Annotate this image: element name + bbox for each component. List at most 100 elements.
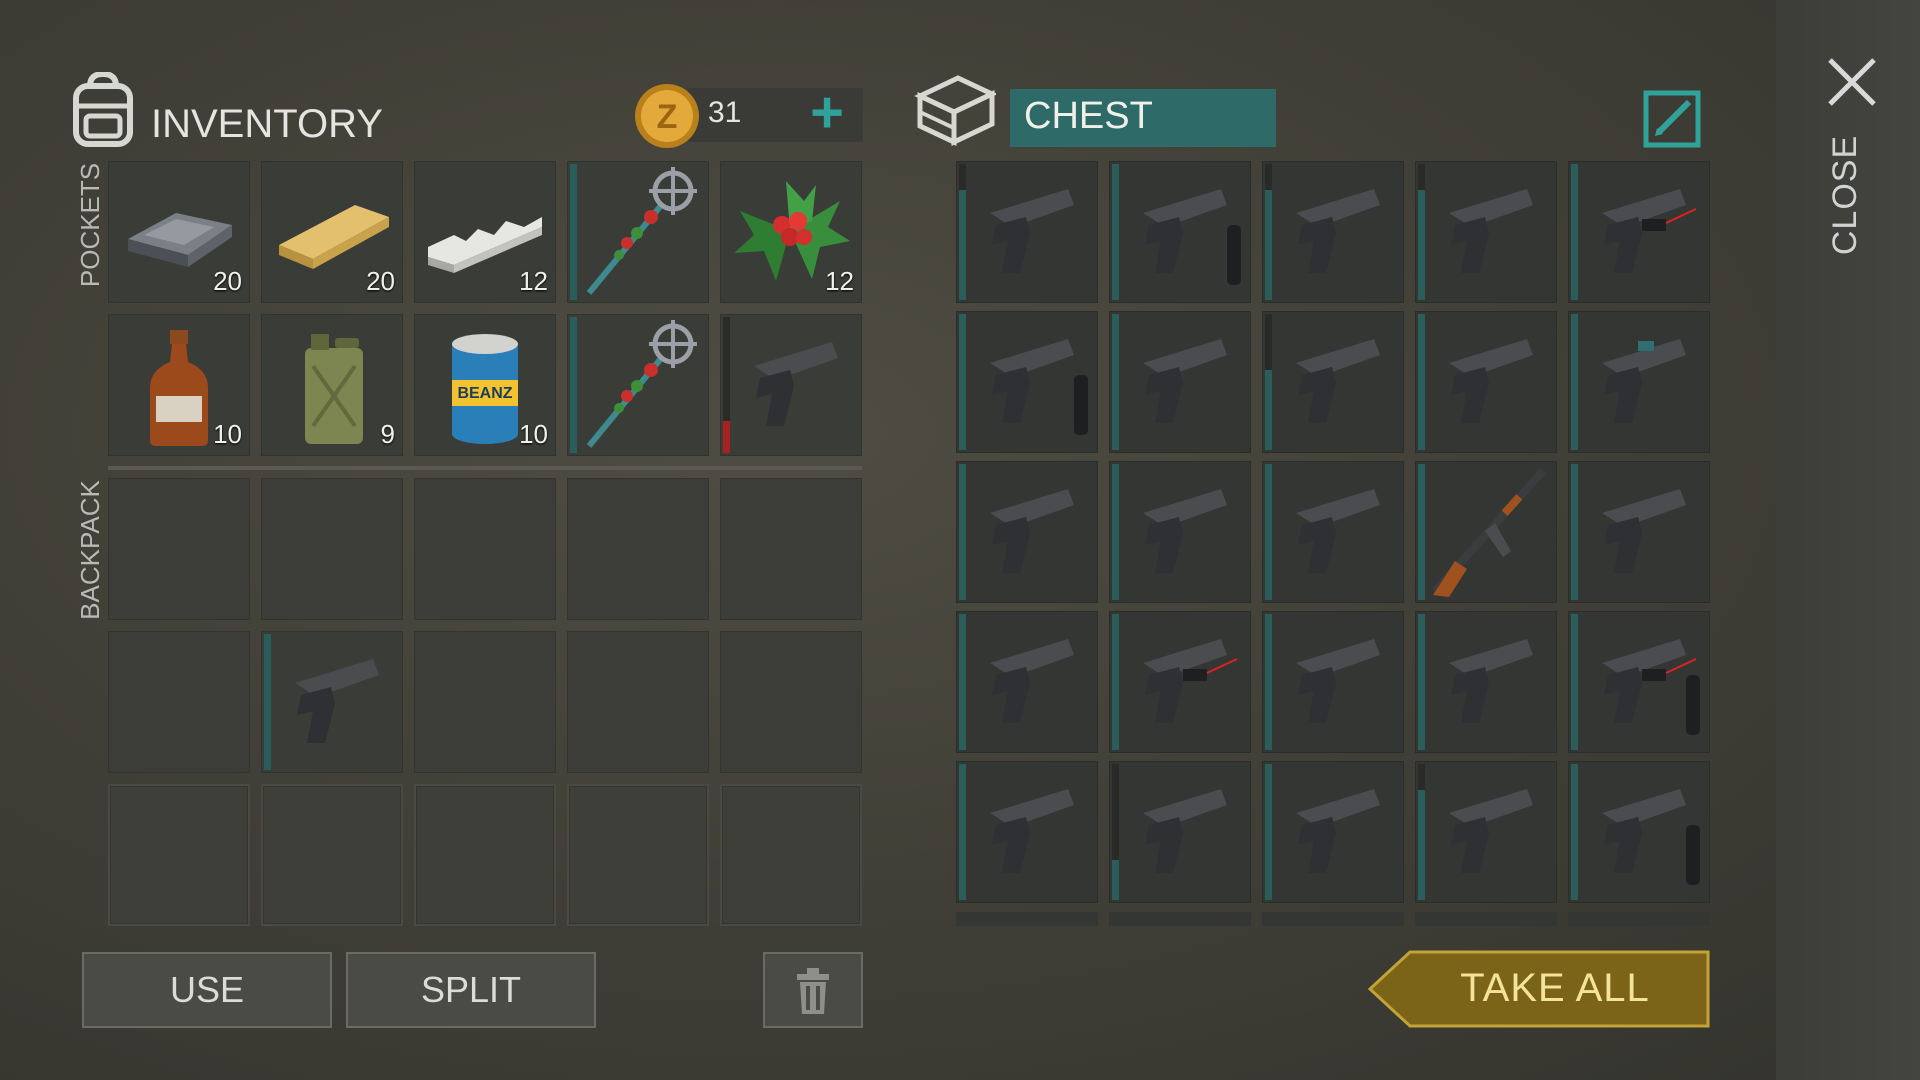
pistol-icon	[1449, 789, 1533, 873]
chest-slot[interactable]	[1415, 761, 1557, 903]
chest-slot[interactable]	[1262, 461, 1404, 603]
pocket-slot[interactable]	[567, 161, 709, 303]
pistol-icon	[990, 489, 1074, 573]
close-label[interactable]: CLOSE	[1790, 135, 1900, 255]
backpack-slot[interactable]	[261, 478, 403, 620]
edit-icon[interactable]	[1643, 90, 1701, 148]
pistol-laser-icon	[1602, 189, 1697, 273]
inventory-title: INVENTORY	[151, 102, 383, 146]
chest-slot[interactable]	[1262, 611, 1404, 753]
locked-slot	[108, 784, 250, 926]
backpack-label: BACKPACK	[74, 480, 105, 620]
pistol-icon	[1449, 339, 1533, 423]
backpack-slot[interactable]	[720, 478, 862, 620]
chest-slot[interactable]	[1568, 161, 1710, 303]
chest-title: CHEST	[1024, 95, 1153, 137]
chest-slot[interactable]	[1568, 611, 1710, 753]
svg-text:BEANZ: BEANZ	[457, 385, 512, 402]
backpack-slot[interactable]	[567, 631, 709, 773]
close-icon[interactable]	[1822, 52, 1882, 112]
backpack-slot[interactable]	[567, 478, 709, 620]
pistol-icon	[1143, 789, 1227, 873]
chest-slot[interactable]	[956, 161, 1098, 303]
split-button[interactable]: SPLIT	[346, 952, 596, 1028]
item-quantity: 10	[519, 419, 548, 449]
pocket-slot[interactable]: 9	[261, 314, 403, 456]
pistol-icon	[1296, 639, 1380, 723]
pistol-scope-icon	[1602, 339, 1686, 423]
pistol-icon	[1143, 339, 1227, 423]
item-quantity: 9	[380, 419, 395, 449]
pocket-slot[interactable]: 20	[261, 161, 403, 303]
chest-slot[interactable]	[1415, 311, 1557, 453]
pistol-icon	[1449, 639, 1533, 723]
pistol-icon	[1296, 489, 1380, 573]
chest-slot[interactable]	[1262, 161, 1404, 303]
item-quantity: 20	[213, 266, 242, 296]
pocket-slot[interactable]: 20	[108, 161, 250, 303]
pocket-slot[interactable]: 10	[108, 314, 250, 456]
backpack-slot[interactable]	[261, 631, 403, 773]
item-quantity: 12	[519, 266, 548, 296]
backpack-slot[interactable]	[414, 631, 556, 773]
chest-slot[interactable]	[1415, 611, 1557, 753]
use-button[interactable]: USE	[82, 952, 332, 1028]
chest-slot[interactable]	[956, 311, 1098, 453]
chest-slot[interactable]	[956, 761, 1098, 903]
chest-slot[interactable]	[1568, 311, 1710, 453]
chest-slot[interactable]	[1568, 461, 1710, 603]
add-coins-button[interactable]: +	[800, 84, 854, 142]
backpack-slot[interactable]	[414, 478, 556, 620]
pockets-label: POCKETS	[74, 162, 105, 288]
take-all-label: TAKE ALL	[1460, 966, 1650, 1010]
pistol-silencer-icon	[1602, 789, 1700, 885]
pistol-icon	[1449, 189, 1533, 273]
pistol-icon	[754, 342, 838, 426]
pistol-silencer-icon	[990, 339, 1088, 435]
pistol-icon	[295, 659, 379, 743]
chest-slot[interactable]	[1262, 761, 1404, 903]
chest-slot[interactable]	[1262, 311, 1404, 453]
item-quantity: 12	[825, 266, 854, 296]
chest-slot[interactable]	[1109, 611, 1251, 753]
pistol-icon	[1602, 489, 1686, 573]
chest-slot[interactable]	[1415, 161, 1557, 303]
chest-slot[interactable]	[956, 611, 1098, 753]
chest-slot[interactable]	[1109, 461, 1251, 603]
pistol-icon	[1143, 489, 1227, 573]
chest-icon	[914, 75, 996, 146]
chest-next-row	[956, 912, 1710, 926]
item-quantity: 10	[213, 419, 242, 449]
trash-icon	[797, 968, 829, 1014]
pocket-slot[interactable]	[720, 314, 862, 456]
pocket-slot[interactable]: 12	[720, 161, 862, 303]
item-quantity: 20	[366, 266, 395, 296]
chest-slot[interactable]	[1109, 761, 1251, 903]
backpack-slot[interactable]	[108, 478, 250, 620]
festive-staff-icon	[586, 167, 697, 295]
festive-staff-icon	[586, 320, 697, 448]
pistol-icon	[990, 639, 1074, 723]
pistol-silencer-icon	[1143, 189, 1241, 285]
pistol-icon	[1296, 789, 1380, 873]
pocket-slot[interactable]: 12	[414, 161, 556, 303]
pistol-laser-silencer-icon	[1602, 639, 1700, 735]
pocket-slot[interactable]	[567, 314, 709, 456]
pistol-icon	[990, 789, 1074, 873]
chest-slot[interactable]	[1109, 311, 1251, 453]
backpack-icon	[73, 72, 133, 147]
chest-slot[interactable]	[1568, 761, 1710, 903]
assault-rifle-icon	[1432, 468, 1546, 597]
pocket-slot[interactable]: BEANZ 10	[414, 314, 556, 456]
pistol-icon	[990, 189, 1074, 273]
chest-slot[interactable]	[1415, 461, 1557, 603]
pistol-laser-icon	[1143, 639, 1238, 723]
backpack-slot[interactable]	[108, 631, 250, 773]
chest-slot[interactable]	[956, 461, 1098, 603]
pockets-backpack-divider	[108, 466, 862, 470]
backpack-slot[interactable]	[720, 631, 862, 773]
chest-slot[interactable]	[1109, 161, 1251, 303]
coin-count: 31	[708, 96, 742, 129]
locked-slot	[261, 784, 403, 926]
trash-button[interactable]	[763, 952, 863, 1028]
